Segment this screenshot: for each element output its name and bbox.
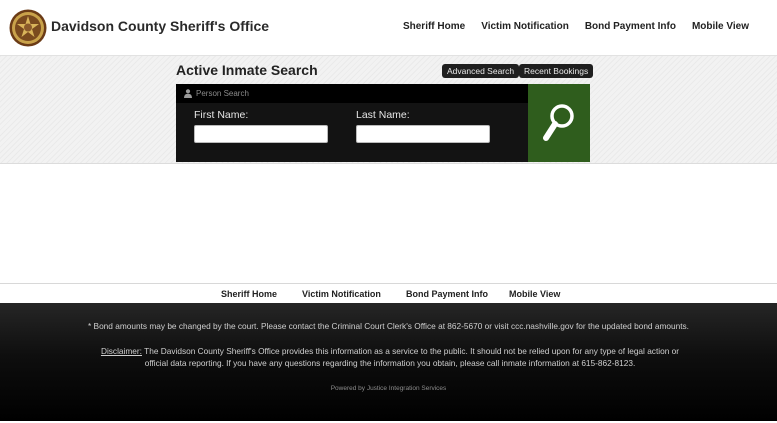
nav-sheriff-home[interactable]: Sheriff Home: [403, 21, 465, 32]
last-name-input[interactable]: [356, 125, 490, 143]
site-title[interactable]: Davidson County Sheriff's Office: [51, 18, 269, 34]
site-header: Davidson County Sheriff's Office Sheriff…: [0, 0, 777, 56]
panel-header-label: Person Search: [196, 89, 249, 98]
nav-bond-payment-info[interactable]: Bond Payment Info: [585, 21, 676, 32]
disclaimer-label: Disclaimer:: [100, 346, 142, 356]
powered-by[interactable]: Powered by Justice Integration Services: [0, 385, 777, 392]
site-footer: * Bond amounts may be changed by the cou…: [0, 303, 777, 421]
panel-header: Person Search: [176, 84, 528, 103]
footer-nav: Sheriff Home Victim Notification Bond Pa…: [0, 283, 777, 303]
recent-bookings-button[interactable]: Recent Bookings: [519, 64, 594, 78]
magnifier-icon: [543, 104, 574, 141]
page-title: Active Inmate Search: [176, 62, 318, 78]
disclaimer: Disclaimer: The Davidson County Sheriff'…: [90, 345, 690, 369]
person-icon: [184, 89, 192, 98]
first-name-input[interactable]: [194, 125, 328, 143]
header-nav: Sheriff Home Victim Notification Bond Pa…: [403, 21, 749, 32]
last-name-label: Last Name:: [356, 109, 410, 121]
search-button[interactable]: [528, 84, 590, 162]
footer-nav-victim-notification[interactable]: Victim Notification: [302, 289, 381, 299]
first-name-label: First Name:: [194, 109, 249, 121]
footer-nav-sheriff-home[interactable]: Sheriff Home: [221, 289, 277, 299]
bond-note: * Bond amounts may be changed by the cou…: [88, 321, 689, 331]
footer-nav-mobile-view[interactable]: Mobile View: [509, 289, 560, 299]
nav-victim-notification[interactable]: Victim Notification: [481, 21, 569, 32]
footer-nav-bond-payment-info[interactable]: Bond Payment Info: [406, 289, 488, 299]
advanced-search-button[interactable]: Advanced Search: [442, 64, 520, 78]
sheriff-badge-icon[interactable]: [9, 9, 47, 47]
disclaimer-text: The Davidson County Sheriff's Office pro…: [141, 346, 680, 368]
person-search-panel: Person Search First Name: Last Name:: [176, 84, 528, 162]
nav-mobile-view[interactable]: Mobile View: [692, 21, 749, 32]
